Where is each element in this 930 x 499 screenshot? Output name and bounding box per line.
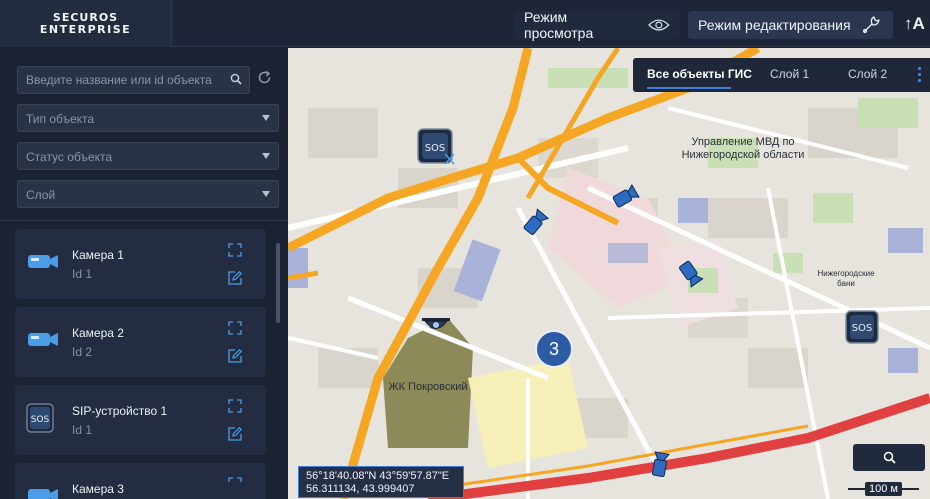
object-name: Камера 3: [72, 482, 124, 496]
edit-mode-button[interactable]: Режим редактирования: [688, 11, 893, 39]
font-size-icon[interactable]: ↑A: [904, 14, 925, 34]
search-icon: [883, 451, 896, 464]
object-id: Id 1: [72, 267, 93, 281]
camera-icon: [28, 489, 58, 499]
object-sidebar: Тип объекта Статус объекта Слой Камера 1…: [0, 48, 288, 499]
app-logo: SECUROS ENTERPRISE: [0, 0, 172, 47]
sos-marker-icon[interactable]: SOS: [845, 310, 879, 344]
object-card[interactable]: Камера 1 Id 1: [15, 229, 266, 299]
coords-decimal: 56.311134, 43.999407: [306, 483, 415, 495]
object-type-select[interactable]: Тип объекта: [17, 104, 279, 132]
scale-label: 100 м: [865, 482, 902, 496]
tab-all-objects[interactable]: Все объекты ГИС: [647, 67, 752, 81]
expand-icon[interactable]: [228, 399, 242, 413]
tab-layer-1[interactable]: Слой 1: [770, 67, 809, 81]
chevron-down-icon: [262, 191, 270, 197]
coords-dms: 56°18'40.08"N 43°59'57.87"E: [306, 470, 450, 482]
logo-line1: SECUROS: [52, 10, 119, 24]
coordinates-readout: 56°18'40.08"N 43°59'57.87"E 56.311134, 4…: [298, 466, 464, 498]
object-name: Камера 1: [72, 248, 124, 262]
object-id: Id 1: [72, 423, 93, 437]
search-icon[interactable]: [230, 73, 242, 85]
edit-mode-label: Режим редактирования: [698, 17, 851, 33]
gis-map[interactable]: Все объекты ГИС Слой 1 Слой 2 Управление…: [288, 48, 930, 499]
camera-icon: [28, 255, 58, 268]
chevron-down-icon: [262, 153, 270, 159]
map-label-mvd: Управление МВД по Нижегородской области: [678, 136, 808, 162]
expand-icon[interactable]: [228, 321, 242, 335]
logo-line2: ENTERPRISE: [39, 22, 132, 36]
sidebar-divider: [0, 220, 288, 221]
scale-line: [901, 488, 919, 490]
map-label-mvd-line2: Нижегородской области: [681, 149, 805, 161]
edit-icon[interactable]: [228, 271, 242, 285]
camera-marker-icon[interactable]: [675, 258, 705, 288]
camera-marker-icon[interactable]: [520, 208, 550, 238]
layer-tabs: Все объекты ГИС Слой 1 Слой 2: [633, 58, 930, 92]
scale-line: [848, 488, 865, 490]
camera-marker-icon[interactable]: [645, 448, 675, 482]
map-scale: 100 м: [848, 482, 919, 496]
camera-marker-icon[interactable]: [610, 182, 640, 212]
chevron-down-icon: [262, 115, 270, 121]
object-name: Камера 2: [72, 326, 124, 340]
layer-select[interactable]: Слой: [17, 180, 279, 208]
layer-label: Слой: [26, 188, 56, 202]
map-search-button[interactable]: [853, 444, 925, 471]
object-search: [17, 66, 250, 94]
wrench-icon: [862, 16, 880, 34]
object-id: Id 2: [72, 345, 93, 359]
expand-icon[interactable]: [228, 477, 242, 491]
map-label-zhk: ЖК Покровский: [388, 381, 468, 393]
top-bar: SECUROS ENTERPRISE Режим просмотра Режим…: [0, 0, 930, 47]
svg-text:SOS: SOS: [31, 415, 50, 425]
object-card[interactable]: Камера 2 Id 2: [15, 307, 266, 377]
view-mode-button[interactable]: Режим просмотра: [514, 9, 680, 41]
object-status-label: Статус объекта: [26, 150, 113, 164]
view-mode-label: Режим просмотра: [524, 9, 594, 41]
sos-phone-icon: SOS: [26, 403, 54, 433]
object-card[interactable]: SOS SIP-устройство 1 Id 1: [15, 385, 266, 455]
edit-icon[interactable]: [228, 427, 242, 441]
sos-marker-icon[interactable]: SOS: [417, 128, 455, 168]
object-status-select[interactable]: Статус объекта: [17, 142, 279, 170]
sidebar-scrollbar[interactable]: [276, 243, 280, 323]
object-type-label: Тип объекта: [26, 112, 95, 126]
eye-icon: [648, 19, 670, 31]
expand-icon[interactable]: [228, 243, 242, 257]
map-label-mvd-line1: Управление МВД по: [691, 136, 795, 148]
active-tab-indicator: [647, 87, 731, 89]
more-icon[interactable]: [918, 67, 922, 85]
search-input[interactable]: [26, 67, 226, 93]
map-label-banks: Нижегородские бани: [817, 269, 875, 288]
svg-text:SOS: SOS: [852, 323, 873, 334]
tab-layer-2[interactable]: Слой 2: [848, 67, 887, 81]
edit-icon[interactable]: [228, 349, 242, 363]
marker-cluster[interactable]: 3: [535, 330, 573, 368]
svg-text:SOS: SOS: [425, 143, 446, 154]
object-name: SIP-устройство 1: [72, 404, 168, 418]
dome-camera-marker-icon[interactable]: [420, 310, 452, 334]
object-card[interactable]: Камера 3: [15, 463, 266, 499]
camera-icon: [28, 333, 58, 346]
refresh-icon[interactable]: [257, 70, 272, 85]
